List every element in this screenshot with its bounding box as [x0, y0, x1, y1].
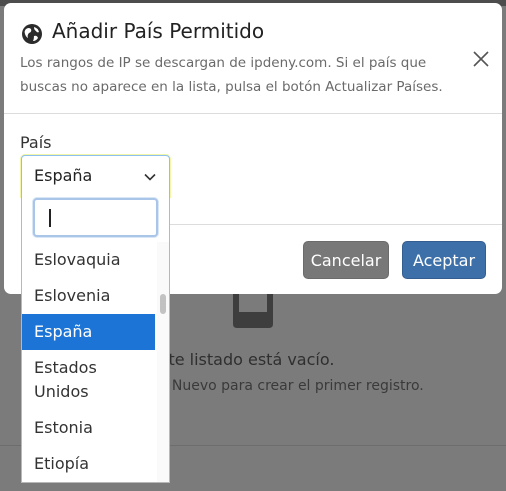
- country-field-label: País: [20, 133, 52, 152]
- modal-description: Los rangos de IP se descargan de ipdeny.…: [20, 55, 443, 95]
- chevron-down-icon: [144, 173, 156, 181]
- globe-icon: [22, 24, 42, 44]
- modal-header: Añadir País Permitido Los rangos de IP s…: [4, 3, 502, 114]
- accept-button[interactable]: Aceptar: [402, 241, 486, 279]
- option-estonia[interactable]: Estonia: [22, 410, 155, 446]
- modal-footer-divider: [170, 224, 502, 225]
- dropdown-scrollbar[interactable]: [157, 242, 169, 482]
- cancel-button[interactable]: Cancelar: [303, 241, 389, 279]
- modal-title: Añadir País Permitido: [52, 19, 265, 43]
- country-options-list: Eslovaquia Eslovenia España Estados Unid…: [22, 242, 155, 482]
- empty-list-title: Este listado está vacío.: [150, 350, 335, 369]
- option-espana[interactable]: España: [22, 314, 155, 350]
- empty-list-hint: on Nuevo para crear el primer registro.: [150, 378, 424, 394]
- option-estados-unidos[interactable]: Estados Unidos: [22, 350, 155, 410]
- dropdown-scroll-thumb[interactable]: [160, 294, 166, 314]
- country-select-value: España: [34, 166, 93, 185]
- text-caret: [49, 209, 51, 227]
- option-eslovenia[interactable]: Eslovenia: [22, 278, 155, 314]
- country-search-input[interactable]: [33, 198, 158, 237]
- option-eslovaquia[interactable]: Eslovaquia: [22, 242, 155, 278]
- country-dropdown: Eslovaquia Eslovenia España Estados Unid…: [21, 194, 170, 483]
- country-select[interactable]: España: [21, 155, 170, 197]
- close-icon[interactable]: [471, 49, 491, 69]
- option-etiopia[interactable]: Etiopía: [22, 446, 155, 482]
